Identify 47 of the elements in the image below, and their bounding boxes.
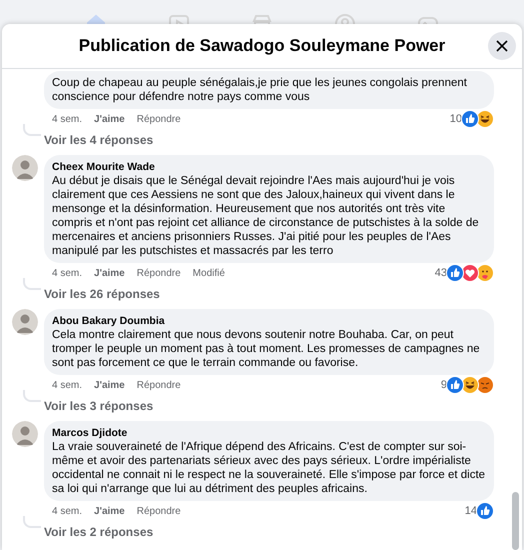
like-link[interactable]: J'aime [94,504,125,518]
timestamp[interactable]: 4 sem. [52,504,82,518]
thumbs-up-icon [446,376,464,394]
author-name[interactable]: Marcos Djidote [52,426,486,440]
like-link[interactable]: J'aime [94,112,125,126]
view-replies-link[interactable]: Voir les 3 réponses [44,398,154,414]
hugging-face-icon [476,264,494,282]
thumbs-up-icon [461,110,479,128]
timestamp[interactable]: 4 sem. [52,266,82,280]
scrollbar-thumb[interactable] [512,492,519,550]
thread-line [23,278,41,290]
author-name[interactable]: Abou Bakary Doumbia [52,314,486,328]
reply-link[interactable]: Répondre [136,504,181,518]
comment-text: Cela montre clairement que nous devons soutenir notre Bouhaba. Car, on peut tromper le peuple un moment pas à tout moment. Les promesses de campagnes ne sont pas forcement ce que le terrain commande ou favorise. [52,328,481,370]
avatar[interactable] [12,309,38,335]
like-link[interactable]: J'aime [94,378,125,392]
thread-line [23,516,41,528]
close-button[interactable] [488,32,516,60]
view-replies-link[interactable]: Voir les 26 réponses [44,286,160,302]
laughing-face-icon [476,110,494,128]
thread-line [23,124,41,136]
like-link[interactable]: J'aime [94,266,125,280]
timestamp[interactable]: 4 sem. [52,112,82,126]
reaction-count[interactable]: 9 [440,376,447,394]
comment-text: Au début je disais que le Sénégal devait rejoindre l'Aes mais aujourd'hui je vois clairement que ces Aessiens ne sont que des Jaloux,haineux qui vivent dans le mensonge et la désinformation. Heureusement que nos autorités ont très vite compris et n'ont pas rejoint cet alliance de circonstance de putschistes à la solde de mercenaires et anciens prisonniers Russes. J'ai pitié pour les peuples de l'Aes manipulé par les putschistes et massacrés par les terro [52,174,480,258]
author-name[interactable]: Cheex Mourite Wade [52,160,486,174]
view-replies-link[interactable]: Voir les 4 réponses [44,132,154,148]
edited-label: Modifié [192,266,225,280]
reply-link[interactable]: Répondre [136,378,181,392]
avatar[interactable] [12,155,38,181]
timestamp[interactable]: 4 sem. [52,378,82,392]
reaction-count[interactable]: 10 [450,110,462,128]
reply-link[interactable]: Répondre [136,112,181,126]
thumbs-up-icon [476,502,494,520]
reaction-count[interactable]: 14 [464,502,477,520]
reply-link[interactable]: Répondre [136,266,181,280]
dialog-title: Publication de Sawadogo Souleymane Power [78,35,446,58]
view-replies-link[interactable]: Voir les 2 réponses [44,524,154,540]
close-icon [496,40,508,52]
comment-text: La vraie souveraineté de l'Afrique dépend des Africains. C'est de compter sur soi-même et avoir des partenariats sérieux avec des pays sérieux. L'ordre impérialiste occidental ne connait ni le respect ne la souveraineté. Elle s'impose par force et dicte sa loi qui n'arrange que lui au détriment des peuples africains. [52,440,486,496]
avatar[interactable] [12,421,38,447]
laughing-face-icon [461,376,479,394]
angry-face-icon [476,376,494,394]
comment-text: Coup de chapeau au peuple sénégalais,je prie que les jeunes congolais prennent conscience pour défendre notre pays comme vous [52,76,468,104]
thumbs-up-icon [446,264,464,282]
thread-line [23,390,41,402]
reaction-count[interactable]: 43 [434,264,447,282]
